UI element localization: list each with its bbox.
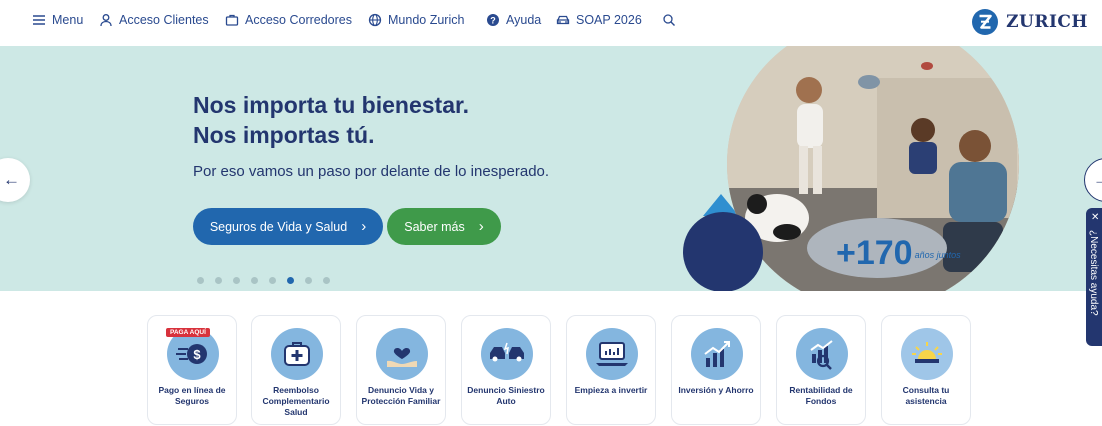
carousel-dot-active[interactable] xyxy=(287,277,294,284)
help-circle-icon: ? xyxy=(487,14,499,26)
carousel-dot[interactable] xyxy=(251,277,258,284)
carousel-dot[interactable] xyxy=(197,277,204,284)
anniversary-badge: +170 años juntos xyxy=(836,234,961,273)
laptop-chart-icon xyxy=(586,328,638,380)
nav-mundo-zurich[interactable]: Mundo Zurich xyxy=(368,13,464,27)
top-navigation: Menu Acceso Clientes Acceso Corredores M… xyxy=(0,0,1102,44)
chevron-right-icon: › xyxy=(361,218,367,235)
card-rentabilidad-fondos[interactable]: Rentabilidad de Fondos xyxy=(776,315,866,425)
card-label: Denuncio Vida y Protección Familiar xyxy=(361,385,441,406)
help-tab[interactable]: ✕ ¿Necesitas ayuda? xyxy=(1086,208,1102,346)
nav-ayuda-label: Ayuda xyxy=(506,13,542,27)
card-consulta-asistencia[interactable]: Consulta tu asistencia xyxy=(881,315,971,425)
card-label: Inversión y Ahorro xyxy=(678,385,754,395)
carousel-dot[interactable] xyxy=(215,277,222,284)
carousel-dot[interactable] xyxy=(305,277,312,284)
nav-acceso-clientes-label: Acceso Clientes xyxy=(119,13,209,27)
anniversary-number: +170 xyxy=(836,234,913,272)
nav-acceso-clientes[interactable]: Acceso Clientes xyxy=(99,13,209,27)
carousel-prev-button[interactable]: ← xyxy=(0,158,30,202)
nav-acceso-corredores[interactable]: Acceso Corredores xyxy=(225,13,352,27)
card-denuncio-auto[interactable]: Denuncio Siniestro Auto xyxy=(461,315,551,425)
carousel-next-button[interactable]: → xyxy=(1084,158,1102,202)
car-crash-icon xyxy=(481,328,533,380)
nav-soap[interactable]: SOAP 2026 xyxy=(556,13,642,27)
heart-hand-icon xyxy=(376,328,428,380)
svg-text:?: ? xyxy=(490,15,496,25)
hero-title-line2: Nos importas tú. xyxy=(193,122,375,148)
card-pago-en-linea[interactable]: PAGA AQUÍ $ Pago en línea de Seguros xyxy=(147,315,237,425)
card-label: Denuncio Siniestro Auto xyxy=(467,385,545,406)
hamburger-icon xyxy=(33,15,45,25)
decorative-navy-circle xyxy=(683,212,763,291)
medical-kit-icon xyxy=(271,328,323,380)
carousel-dot[interactable] xyxy=(269,277,276,284)
seguros-vida-salud-label: Seguros de Vida y Salud xyxy=(209,219,348,234)
card-label: Reembolso Complementario Salud xyxy=(262,385,330,417)
growth-chart-icon xyxy=(691,328,743,380)
sunrise-alert-icon xyxy=(901,328,953,380)
help-tab-label: ¿Necesitas ayuda? xyxy=(1088,230,1099,316)
nav-acceso-corredores-label: Acceso Corredores xyxy=(245,13,352,27)
saber-mas-button[interactable]: Saber más › xyxy=(387,208,501,245)
saber-mas-label: Saber más xyxy=(404,219,465,234)
user-icon xyxy=(100,14,112,27)
nav-ayuda[interactable]: ? Ayuda xyxy=(486,13,541,27)
carousel-dot[interactable] xyxy=(233,277,240,284)
card-label: Empieza a invertir xyxy=(574,385,648,395)
svg-text:$: $ xyxy=(193,347,201,362)
anniversary-text: años juntos xyxy=(914,250,961,261)
card-empieza-invertir[interactable]: Empieza a invertir xyxy=(566,315,656,425)
chevron-right-icon: › xyxy=(478,218,484,235)
car-icon xyxy=(556,15,570,25)
hero-banner: Nos importa tu bienestar. Nos importas t… xyxy=(0,46,1102,291)
card-label: Consulta tu asistencia xyxy=(902,385,950,406)
globe-icon xyxy=(368,13,382,27)
card-label: Rentabilidad de Fondos xyxy=(789,385,853,406)
logo-wordmark: ZURICH xyxy=(1006,12,1088,32)
arrow-left-icon: ← xyxy=(3,170,20,189)
paga-aqui-badge: PAGA AQUÍ xyxy=(166,328,210,337)
hero-subtitle: Por eso vamos un paso por delante de lo … xyxy=(193,163,550,180)
card-label: Pago en línea de Seguros xyxy=(158,385,226,406)
search-icon xyxy=(663,14,675,26)
zurich-logo[interactable]: ZURICH xyxy=(972,9,1088,35)
arrow-right-icon: → xyxy=(1093,170,1102,189)
card-inversion-ahorro[interactable]: Inversión y Ahorro xyxy=(671,315,761,425)
carousel-dot[interactable] xyxy=(323,277,330,284)
card-denuncio-vida[interactable]: Denuncio Vida y Protección Familiar xyxy=(356,315,446,425)
search-button[interactable] xyxy=(662,13,676,27)
card-reembolso-salud[interactable]: Reembolso Complementario Salud xyxy=(251,315,341,425)
hero-title-line1: Nos importa tu bienestar. xyxy=(193,92,470,118)
menu-button[interactable]: Menu xyxy=(32,13,83,27)
hero-title: Nos importa tu bienestar. Nos importas t… xyxy=(193,90,469,150)
menu-label: Menu xyxy=(52,13,84,27)
carousel-dots xyxy=(197,277,330,284)
nav-soap-label: SOAP 2026 xyxy=(576,13,642,27)
close-icon[interactable]: ✕ xyxy=(1091,212,1099,223)
chart-search-icon xyxy=(796,328,848,380)
nav-mundo-zurich-label: Mundo Zurich xyxy=(388,13,465,27)
zurich-z-icon xyxy=(972,9,999,35)
seguros-vida-salud-button[interactable]: Seguros de Vida y Salud › xyxy=(193,208,383,245)
briefcase-icon xyxy=(225,14,239,26)
